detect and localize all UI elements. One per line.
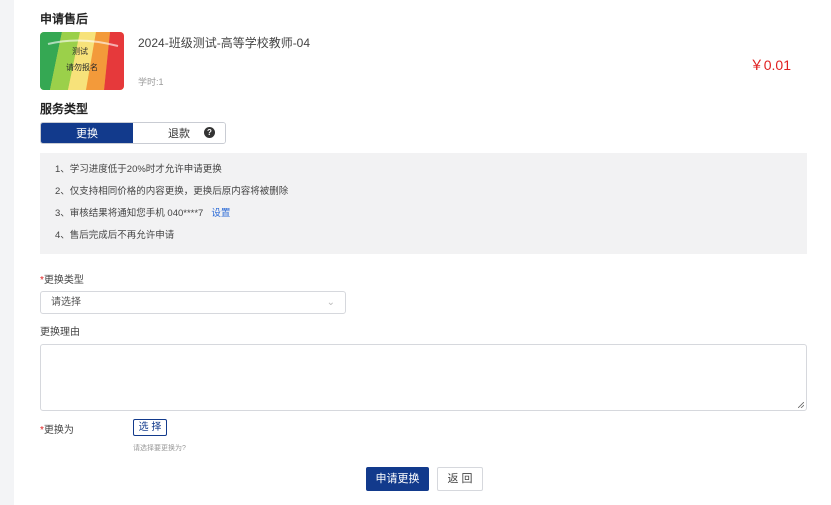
course-cover-image: 测试 请勿报名 [40, 32, 124, 90]
page-title: 申请售后 [40, 12, 89, 26]
service-option-exchange[interactable]: 更换 [41, 123, 133, 143]
svg-text:测试: 测试 [72, 46, 88, 56]
back-button[interactable]: 返 回 [437, 467, 483, 491]
resize-handle-icon[interactable] [798, 402, 804, 408]
left-gutter [0, 0, 14, 505]
notice-box: 1、学习进度低于20%时才允许申请更换 2、仅支持相同价格的内容更换，更换后原内… [40, 153, 807, 254]
choose-button[interactable]: 选 择 [133, 419, 167, 436]
notice-line-1: 1、学习进度低于20%时才允许申请更换 [55, 164, 222, 175]
exchange-type-placeholder: 请选择 [51, 297, 81, 308]
exchange-type-label: *更换类型 [40, 271, 84, 286]
product-hours: 学时:1 [138, 77, 164, 87]
service-type-toggle: 更换 退款 ? [40, 122, 226, 144]
submit-exchange-button[interactable]: 申请更换 [366, 467, 429, 491]
chevron-down-icon: ⌄ [326, 297, 335, 308]
reason-label: 更换理由 [40, 327, 80, 338]
product-price: ￥0.01 [749, 57, 791, 73]
product-name: 2024-班级测试-高等学校教师-04 [138, 36, 311, 50]
question-circle-icon[interactable]: ? [204, 127, 215, 138]
service-type-title: 服务类型 [40, 102, 89, 116]
exchange-to-label: *更换为 [40, 421, 74, 436]
notice-line-3-text: 3、审核结果将通知您手机 040****7 [55, 208, 204, 219]
service-option-refund[interactable]: 退款 ? [133, 123, 225, 143]
choose-hint: 请选择要更换为? [133, 445, 186, 452]
exchange-to-label-text: 更换为 [43, 425, 74, 436]
exchange-type-label-text: 更换类型 [43, 275, 84, 286]
reason-textarea[interactable] [40, 344, 807, 411]
notice-line-2: 2、仅支持相同价格的内容更换，更换后原内容将被删除 [55, 186, 289, 197]
notice-line-3: 3、审核结果将通知您手机 040****7 设置 [55, 207, 792, 229]
notice-line-4: 4、售后完成后不再允许申请 [55, 230, 175, 241]
service-option-refund-label: 退款 [168, 128, 190, 140]
svg-text:请勿报名: 请勿报名 [66, 62, 98, 72]
settings-link[interactable]: 设置 [211, 208, 230, 219]
exchange-type-select[interactable]: 请选择 ⌄ [40, 291, 346, 314]
